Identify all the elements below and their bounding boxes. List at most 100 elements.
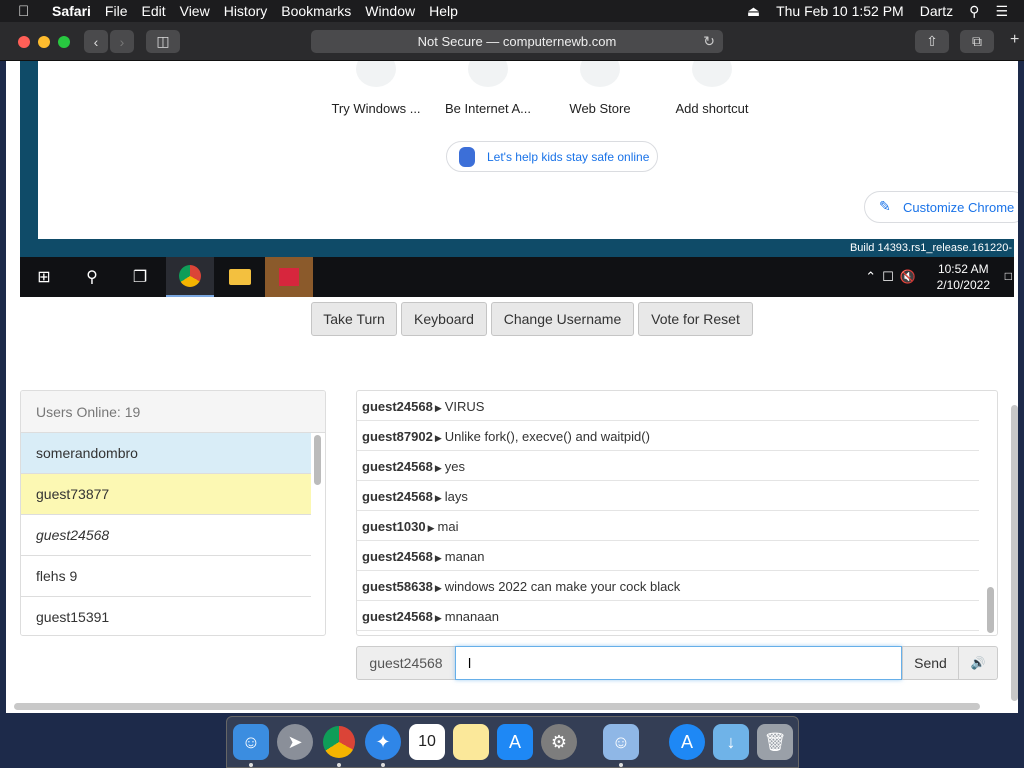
chat-message: guest24568 ▶ lays (357, 481, 979, 511)
menu-help[interactable]: Help (429, 3, 458, 19)
chat-message: guest24568 ▶ manan (357, 541, 979, 571)
finder-icon[interactable]: ☺ (233, 724, 269, 760)
page-vertical-scrollbar[interactable] (1011, 405, 1018, 701)
running-indicator (337, 763, 341, 767)
shortcut-web-store[interactable]: Web Store (544, 61, 656, 116)
minimize-window-button[interactable] (38, 36, 50, 48)
user-list-item[interactable]: guest73877 (21, 474, 311, 515)
web-store-icon (580, 61, 620, 87)
customize-chrome-button[interactable]: ✎ Customize Chrome (864, 191, 1018, 223)
apple-icon[interactable]:  (18, 3, 42, 20)
safari-toolbar: ‹ › ◫ Not Secure — computernewb.com ↻ ⇧ … (0, 22, 1024, 61)
take-turn-button[interactable]: Take Turn (311, 302, 397, 336)
change-username-button[interactable]: Change Username (491, 302, 634, 336)
chat-message-username[interactable]: guest58638 (362, 579, 433, 594)
chat-message: guest58638 ▶ windows 2022 can make your co… (357, 571, 979, 601)
menu-app-name[interactable]: Safari (52, 3, 91, 19)
chat-message-input[interactable] (455, 646, 902, 680)
chat-message-text: manan (444, 549, 485, 564)
keyboard-button[interactable]: Keyboard (401, 302, 487, 336)
chat-scrollbar[interactable] (987, 587, 994, 633)
shortcut-add[interactable]: Add shortcut (656, 61, 768, 116)
dock: ☺ ➤ ✦ 10 A ⚙ ☺ A ↓ 🗑 (226, 716, 799, 768)
user-list-item[interactable]: guest24568 (21, 515, 311, 556)
share-button[interactable]: ⇧ (915, 30, 949, 53)
trash-icon[interactable]: 🗑 (757, 724, 793, 760)
notes-icon[interactable] (453, 724, 489, 760)
tabs-button[interactable]: ⧉ (960, 30, 994, 53)
chat-message-username[interactable]: guest24568 (362, 489, 433, 504)
menu-view[interactable]: View (180, 3, 210, 19)
shortcut-be-internet[interactable]: Be Internet A... (432, 61, 544, 116)
notification-icon[interactable]: □ (1005, 269, 1012, 283)
chat-message: guest24568 ▶ mnanaan (357, 601, 979, 631)
windows-icon (356, 61, 396, 87)
kids-banner-text: Let's help kids stay safe online (487, 149, 650, 164)
chat-message-text: windows 2022 can make your cock black (444, 579, 681, 594)
system-preferences-icon[interactable]: ⚙ (541, 724, 577, 760)
chat-message-username[interactable]: guest1030 (362, 519, 426, 534)
search-icon[interactable]: ⚲ (68, 257, 116, 297)
virus-app-icon[interactable] (265, 257, 313, 297)
search-icon[interactable]: ⚲ (969, 3, 979, 20)
calendar-icon[interactable]: 10 (409, 724, 445, 760)
new-tab-icon[interactable]: + (1010, 31, 1019, 49)
menu-history[interactable]: History (224, 3, 268, 19)
chat-message-username[interactable]: guest24568 (362, 549, 433, 564)
app-store-icon[interactable]: A (497, 724, 533, 760)
vote-reset-button[interactable]: Vote for Reset (638, 302, 753, 336)
file-explorer-icon[interactable] (216, 257, 264, 297)
share-icon: ⇧ (926, 33, 938, 49)
chat-message-username[interactable]: guest24568 (362, 399, 433, 414)
send-button[interactable]: Send (902, 646, 959, 680)
url-text: Not Secure — computernewb.com (417, 34, 617, 49)
eject-icon[interactable]: ⏏ (747, 3, 760, 20)
caret-right-icon: ▶ (434, 433, 442, 443)
downloads-folder-icon[interactable]: ↓ (713, 724, 749, 760)
applications-folder-icon[interactable]: A (669, 724, 705, 760)
shortcut-label: Try Windows ... (331, 101, 421, 116)
chrome-icon[interactable] (321, 724, 357, 760)
sidebar-button[interactable]: ◫ (146, 30, 180, 53)
menu-user[interactable]: Dartz (920, 3, 953, 19)
chat-message-text: VIRUS (444, 399, 485, 414)
address-bar[interactable]: Not Secure — computernewb.com ↻ (311, 30, 723, 53)
user-list-item[interactable]: somerandombro (21, 433, 311, 474)
windows-start-icon[interactable]: ⊞ (20, 257, 68, 297)
taskbar-clock[interactable]: 10:52 AM 2/10/2022 (937, 261, 990, 293)
shortcut-try-windows[interactable]: Try Windows ... (320, 61, 432, 116)
page-horizontal-scrollbar[interactable] (14, 703, 980, 710)
user-list-item[interactable]: flehs 9 (21, 556, 311, 597)
menu-file[interactable]: File (105, 3, 128, 19)
sound-toggle-button[interactable]: 🔊 (958, 646, 998, 680)
chat-message-username[interactable]: guest24568 (362, 609, 433, 624)
chat-message-username[interactable]: guest87902 (362, 429, 433, 444)
menu-bookmarks[interactable]: Bookmarks (281, 3, 351, 19)
user-list-item[interactable]: guest15391 (21, 597, 311, 635)
chrome-icon[interactable] (166, 257, 214, 297)
chat-message-list: guest24568 ▶ VIRUS guest87902 ▶ Unlike fork()… (357, 391, 997, 631)
chat-message-username[interactable]: guest24568 (362, 459, 433, 474)
launchpad-icon[interactable]: ➤ (277, 724, 313, 760)
list-icon[interactable]: ☰ (995, 3, 1008, 20)
tabs-icon: ⧉ (972, 33, 982, 49)
migration-assistant-icon[interactable]: ☺ (603, 724, 639, 760)
zoom-window-button[interactable] (58, 36, 70, 48)
safari-icon[interactable]: ✦ (365, 724, 401, 760)
tray-icons[interactable]: ⌃☐🔇 (865, 269, 922, 285)
back-button[interactable]: ‹ (84, 30, 108, 53)
windows-taskbar: ⊞ ⚲ ❐ ⌃☐🔇 10:52 AM 2/10/2022 □ (20, 257, 1014, 297)
menu-edit[interactable]: Edit (141, 3, 165, 19)
reload-icon[interactable]: ↻ (703, 33, 715, 50)
robot-icon (459, 147, 475, 167)
chat-message-text: mai (437, 519, 459, 534)
menu-clock[interactable]: Thu Feb 10 1:52 PM (776, 3, 904, 19)
chat-message-text: mnanaan (444, 609, 499, 624)
close-window-button[interactable] (18, 36, 30, 48)
forward-button[interactable]: › (110, 30, 134, 53)
menu-window[interactable]: Window (365, 3, 415, 19)
system-tray: ⌃☐🔇 10:52 AM 2/10/2022 □ (814, 257, 1014, 297)
task-view-icon[interactable]: ❐ (116, 257, 164, 297)
kids-safe-banner[interactable]: Let's help kids stay safe online (446, 141, 658, 172)
users-scrollbar[interactable] (314, 435, 321, 485)
